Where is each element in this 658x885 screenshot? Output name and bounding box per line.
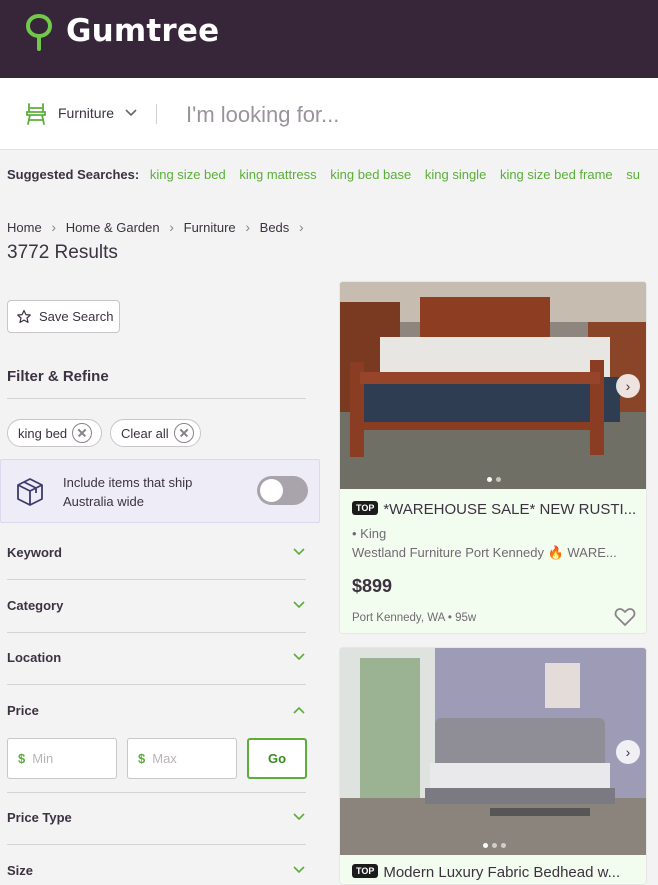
package-icon: [17, 478, 43, 506]
logo-text[interactable]: Gumtree: [66, 13, 219, 49]
furniture-icon[interactable]: [25, 102, 47, 126]
chevron-right-icon: ›: [245, 219, 250, 235]
listing-seller: Westland Furniture Port Kennedy 🔥 WARE..…: [352, 545, 617, 560]
chevron-down-icon: [293, 601, 305, 609]
listing-image[interactable]: ›: [340, 282, 646, 489]
image-dots: [340, 843, 646, 848]
listing-title-text: *WAREHOUSE SALE* NEW RUSTI...: [383, 501, 637, 518]
facet-label: Size: [7, 863, 34, 878]
facet-size[interactable]: Size: [7, 846, 306, 885]
search-divider: [156, 104, 157, 124]
toggle-knob: [260, 479, 283, 502]
chevron-down-icon: [293, 653, 305, 661]
image-dot: [496, 477, 501, 482]
image-dot: [491, 843, 497, 848]
search-input[interactable]: [176, 98, 646, 132]
breadcrumb-home-garden[interactable]: Home & Garden: [66, 220, 160, 235]
facet-label: Price: [7, 703, 39, 718]
chevron-up-icon: [293, 706, 305, 714]
next-image-button[interactable]: ›: [616, 374, 640, 398]
top-bar: Gumtree: [0, 0, 658, 78]
star-icon: [17, 309, 31, 323]
chevron-down-icon: [293, 813, 305, 821]
image-dot: [487, 477, 492, 482]
tree-icon[interactable]: [24, 14, 54, 52]
listing-image[interactable]: ›: [340, 648, 646, 855]
price-max-input[interactable]: $ Max: [127, 738, 237, 779]
divider: [7, 398, 306, 399]
filter-chip[interactable]: king bed: [7, 419, 102, 447]
results-count: 3772 Results: [7, 242, 118, 263]
ship-australia-wide: Include items that ship Australia wide: [0, 459, 320, 523]
bed-photo: [340, 648, 646, 855]
breadcrumb-furniture[interactable]: Furniture: [184, 220, 236, 235]
listing-title[interactable]: TOP Modern Luxury Fabric Bedhead w...: [352, 864, 640, 881]
currency-symbol: $: [18, 751, 26, 766]
image-dot: [500, 843, 506, 848]
chevron-down-icon: [293, 548, 305, 556]
category-select[interactable]: Furniture: [58, 105, 114, 121]
search-bar: Furniture: [0, 78, 658, 150]
top-badge: TOP: [352, 864, 379, 879]
top-badge: TOP: [352, 501, 379, 516]
chevron-down-icon[interactable]: [123, 105, 139, 121]
price-go-button[interactable]: Go: [247, 738, 307, 779]
facet-keyword[interactable]: Keyword: [7, 528, 306, 580]
listing-card[interactable]: › TOP Modern Luxury Fabric Bedhead w...: [339, 647, 647, 885]
suggested-link[interactable]: king single: [425, 167, 486, 182]
suggested-link[interactable]: king bed base: [330, 167, 411, 182]
image-dot: [482, 843, 488, 848]
next-image-button[interactable]: ›: [616, 740, 640, 764]
suggested-link[interactable]: king size bed frame: [500, 167, 613, 182]
close-icon[interactable]: [72, 423, 93, 443]
chevron-right-icon: ›: [169, 219, 174, 235]
clear-all-chip[interactable]: Clear all: [110, 419, 201, 447]
listing-card[interactable]: › TOP *WAREHOUSE SALE* NEW RUSTI... • Kin…: [339, 281, 647, 634]
image-dots: [340, 477, 646, 482]
listing-attribute: • King: [352, 526, 387, 541]
facet-label: Category: [7, 598, 64, 613]
listing-location: Port Kennedy, WA • 95w: [352, 612, 477, 624]
bed-photo: [340, 282, 646, 489]
save-search-button[interactable]: Save Search: [7, 300, 120, 333]
save-search-label: Save Search: [39, 309, 114, 324]
min-placeholder: Min: [32, 751, 54, 766]
chip-label: king bed: [18, 425, 68, 441]
suggested-link[interactable]: king mattress: [239, 167, 316, 182]
facet-label: Keyword: [7, 545, 62, 560]
listing-body: TOP Modern Luxury Fabric Bedhead w...: [340, 855, 646, 884]
price-min-input[interactable]: $ Min: [7, 738, 117, 779]
chevron-down-icon: [293, 866, 305, 874]
listing-title-text: Modern Luxury Fabric Bedhead w...: [383, 864, 621, 881]
facet-label: Location: [7, 650, 62, 665]
suggested-link[interactable]: king size bed: [150, 167, 226, 182]
breadcrumb-beds[interactable]: Beds: [260, 220, 290, 235]
facet-location[interactable]: Location: [7, 633, 306, 685]
suggested-label: Suggested Searches:: [7, 167, 140, 182]
chip-label: Clear all: [121, 425, 169, 441]
currency-symbol: $: [138, 751, 146, 766]
listing-price: $899: [352, 576, 393, 596]
suggested-link[interactable]: su: [626, 167, 640, 182]
chevron-right-icon: ›: [298, 219, 304, 235]
facet-price-type[interactable]: Price Type: [7, 793, 306, 845]
breadcrumb: Home › Home & Garden › Furniture › Beds …: [7, 219, 313, 235]
ship-text: Include items that ship Australia wide: [63, 475, 193, 509]
ship-toggle[interactable]: [257, 476, 308, 505]
facet-category[interactable]: Category: [7, 581, 306, 633]
breadcrumb-home[interactable]: Home: [7, 220, 42, 235]
max-placeholder: Max: [152, 751, 177, 766]
chevron-right-icon: ›: [51, 219, 57, 235]
listing-title[interactable]: TOP *WAREHOUSE SALE* NEW RUSTI...: [352, 501, 640, 518]
close-icon[interactable]: [173, 423, 194, 443]
suggested-searches: Suggested Searches: king size bed king m…: [7, 167, 658, 187]
filter-title: Filter & Refine: [7, 368, 109, 385]
listing-body: TOP *WAREHOUSE SALE* NEW RUSTI... • King …: [340, 489, 646, 633]
facet-label: Price Type: [7, 810, 72, 825]
heart-icon[interactable]: [614, 607, 636, 627]
